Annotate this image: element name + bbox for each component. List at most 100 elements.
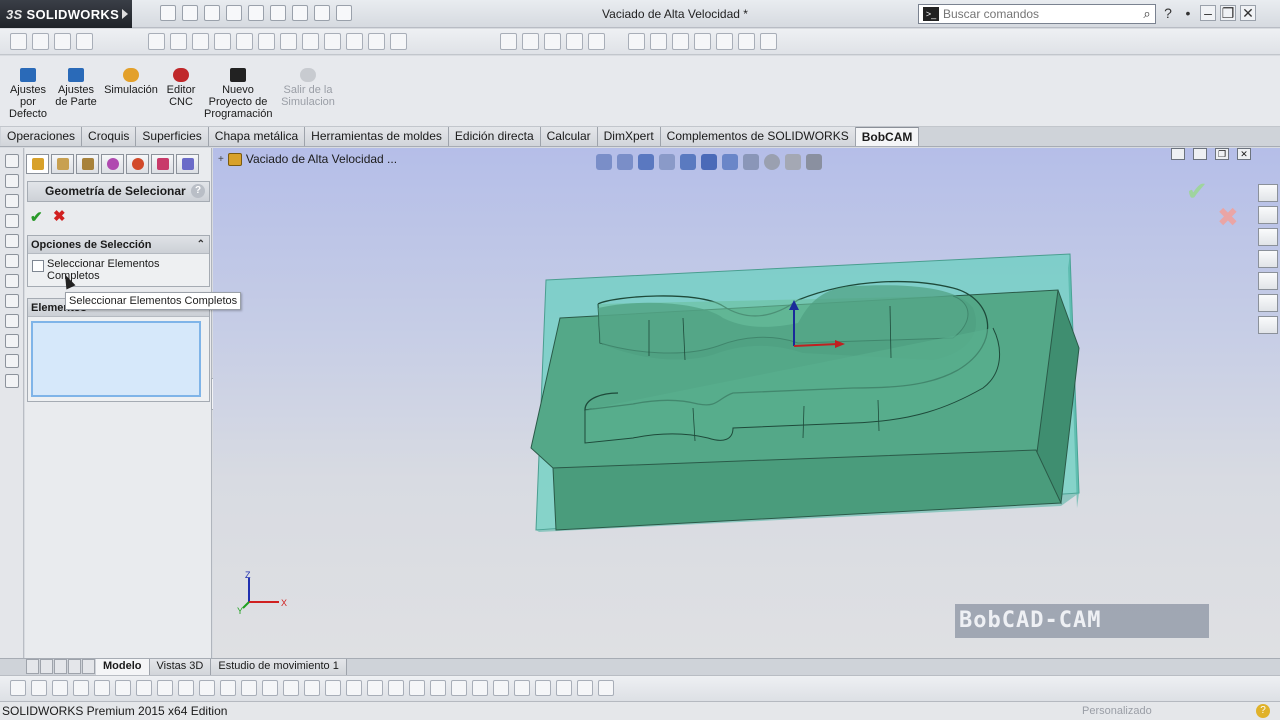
settings-default-button[interactable]: Ajustes por Defecto: [8, 68, 48, 120]
filter-centerline-icon[interactable]: [346, 680, 362, 696]
dimxpert-manager-tab[interactable]: [101, 154, 124, 174]
sum-icon[interactable]: [302, 33, 319, 50]
library-icon[interactable]: [4, 374, 19, 388]
customization-text[interactable]: Personalizado: [1082, 702, 1152, 720]
feature-icon[interactable]: [500, 33, 517, 50]
select-icon[interactable]: [270, 5, 286, 21]
tab-superficies[interactable]: Superficies: [136, 127, 209, 146]
check-icon[interactable]: [258, 33, 275, 50]
model-view-icon[interactable]: [650, 33, 667, 50]
close-window-button[interactable]: ✕: [1240, 5, 1256, 21]
filter-dowel-icon[interactable]: [535, 680, 551, 696]
model-3d-view[interactable]: [213, 148, 1280, 658]
split-line-icon[interactable]: [346, 33, 363, 50]
tab-vistas-3d[interactable]: Vistas 3D: [149, 659, 212, 675]
select-complete-elements-row[interactable]: Seleccionar Elementos Completos: [28, 254, 209, 286]
more-tabs-icon[interactable]: [82, 659, 95, 674]
draft-icon[interactable]: [588, 33, 605, 50]
filter-axes-icon[interactable]: [220, 680, 236, 696]
filter-connection-points-icon[interactable]: [556, 680, 572, 696]
filter-midpoints-icon[interactable]: [304, 680, 320, 696]
drawing-view-icon[interactable]: [628, 33, 645, 50]
filter-faces-icon[interactable]: [157, 680, 173, 696]
drill-icon[interactable]: [4, 254, 19, 268]
search-icon[interactable]: ⌕: [1139, 6, 1155, 22]
spelling-icon[interactable]: [148, 33, 165, 50]
select-filter-icon[interactable]: [54, 33, 71, 50]
tab-operaciones[interactable]: Operaciones: [1, 127, 83, 146]
smart-dimension-icon[interactable]: [32, 33, 49, 50]
new-project-button[interactable]: Nuevo Proyecto de Programación: [204, 68, 272, 120]
tab-modelo[interactable]: Modelo: [96, 659, 150, 675]
tab-croquis[interactable]: Croquis: [82, 127, 137, 146]
next-tab-icon[interactable]: [54, 659, 67, 674]
more-tabs-tab[interactable]: [176, 154, 199, 174]
property-manager-tab[interactable]: [51, 154, 74, 174]
print-icon[interactable]: [226, 5, 242, 21]
filter-edges-icon[interactable]: [136, 680, 152, 696]
filter-notes-icon[interactable]: [493, 680, 509, 696]
broken-view-icon[interactable]: [760, 33, 777, 50]
collapse-icon[interactable]: ⌃: [197, 236, 205, 254]
detail-view-icon[interactable]: [716, 33, 733, 50]
invert-selection-icon[interactable]: [94, 680, 110, 696]
search-commands-box[interactable]: >_ ⌕: [918, 4, 1156, 24]
filter-solids-icon[interactable]: [199, 680, 215, 696]
display-manager-tab[interactable]: [126, 154, 149, 174]
cancel-button[interactable]: ✖: [53, 207, 66, 225]
restore-button[interactable]: ❐: [1220, 5, 1236, 21]
help-icon[interactable]: ?: [191, 184, 205, 198]
crop-view-icon[interactable]: [738, 33, 755, 50]
toolpath-icon[interactable]: [4, 294, 19, 308]
projected-view-icon[interactable]: [672, 33, 689, 50]
chamfer-icon[interactable]: [544, 33, 561, 50]
color-icon[interactable]: [390, 33, 407, 50]
filter-center-marks-icon[interactable]: [325, 680, 341, 696]
quick-tips-icon[interactable]: ?: [1256, 704, 1270, 718]
tab-herramientas-moldes[interactable]: Herramientas de moldes: [305, 127, 449, 146]
filter-weld-symbols-icon[interactable]: [409, 680, 425, 696]
first-tab-icon[interactable]: [26, 659, 39, 674]
stock-icon[interactable]: [4, 154, 19, 168]
clear-filters-icon[interactable]: [52, 680, 68, 696]
menu-expand-icon[interactable]: [122, 9, 128, 19]
filter-cosmetic-icon[interactable]: [451, 680, 467, 696]
filter-sketch-segments-icon[interactable]: [283, 680, 299, 696]
mirror-icon[interactable]: [280, 33, 297, 50]
auxiliary-view-icon[interactable]: [694, 33, 711, 50]
select-all-filters-icon[interactable]: [73, 680, 89, 696]
machine-icon[interactable]: [4, 274, 19, 288]
section-view-icon[interactable]: [214, 33, 231, 50]
tab-calcular[interactable]: Calcular: [540, 127, 598, 146]
selection-options-header[interactable]: Opciones de Selección ⌃: [28, 236, 209, 254]
tab-edicion-directa[interactable]: Edición directa: [448, 127, 541, 146]
save-icon[interactable]: [204, 5, 220, 21]
simulation-button[interactable]: Simulación: [103, 68, 159, 96]
configuration-manager-tab[interactable]: [76, 154, 99, 174]
filter-datum-icon[interactable]: [430, 680, 446, 696]
open-document-icon[interactable]: [182, 5, 198, 21]
rebuild-icon[interactable]: [292, 5, 308, 21]
graphics-area[interactable]: + Vaciado de Alta Velocidad ... ❐ ✕ ✔ ✖: [213, 148, 1280, 658]
minimize-button[interactable]: –: [1200, 5, 1216, 21]
filter-balloons-icon[interactable]: [514, 680, 530, 696]
last-tab-icon[interactable]: [68, 659, 81, 674]
part-settings-button[interactable]: Ajustes de Parte: [55, 68, 97, 108]
toggle-filter-toolbar-icon[interactable]: [31, 680, 47, 696]
lock-icon[interactable]: [236, 33, 253, 50]
feature-2d-icon[interactable]: [4, 174, 19, 188]
ok-button[interactable]: ✔: [30, 208, 43, 226]
filter-dimensions-icon[interactable]: [367, 680, 383, 696]
help-icon[interactable]: ?: [1160, 5, 1176, 21]
new-document-icon[interactable]: [160, 5, 176, 21]
feature-manager-tab[interactable]: [26, 154, 49, 174]
tab-complementos[interactable]: Complementos de SOLIDWORKS: [660, 127, 856, 146]
select-complete-elements-checkbox[interactable]: [32, 260, 44, 272]
tab-dimxpert[interactable]: DimXpert: [597, 127, 661, 146]
feature-3d-icon[interactable]: [4, 194, 19, 208]
file-properties-icon[interactable]: [314, 5, 330, 21]
tab-chapa-metalica[interactable]: Chapa metálica: [208, 127, 306, 146]
tab-estudio-movimiento[interactable]: Estudio de movimiento 1: [211, 659, 347, 675]
filter-vertices-icon[interactable]: [115, 680, 131, 696]
report-icon[interactable]: [4, 354, 19, 368]
